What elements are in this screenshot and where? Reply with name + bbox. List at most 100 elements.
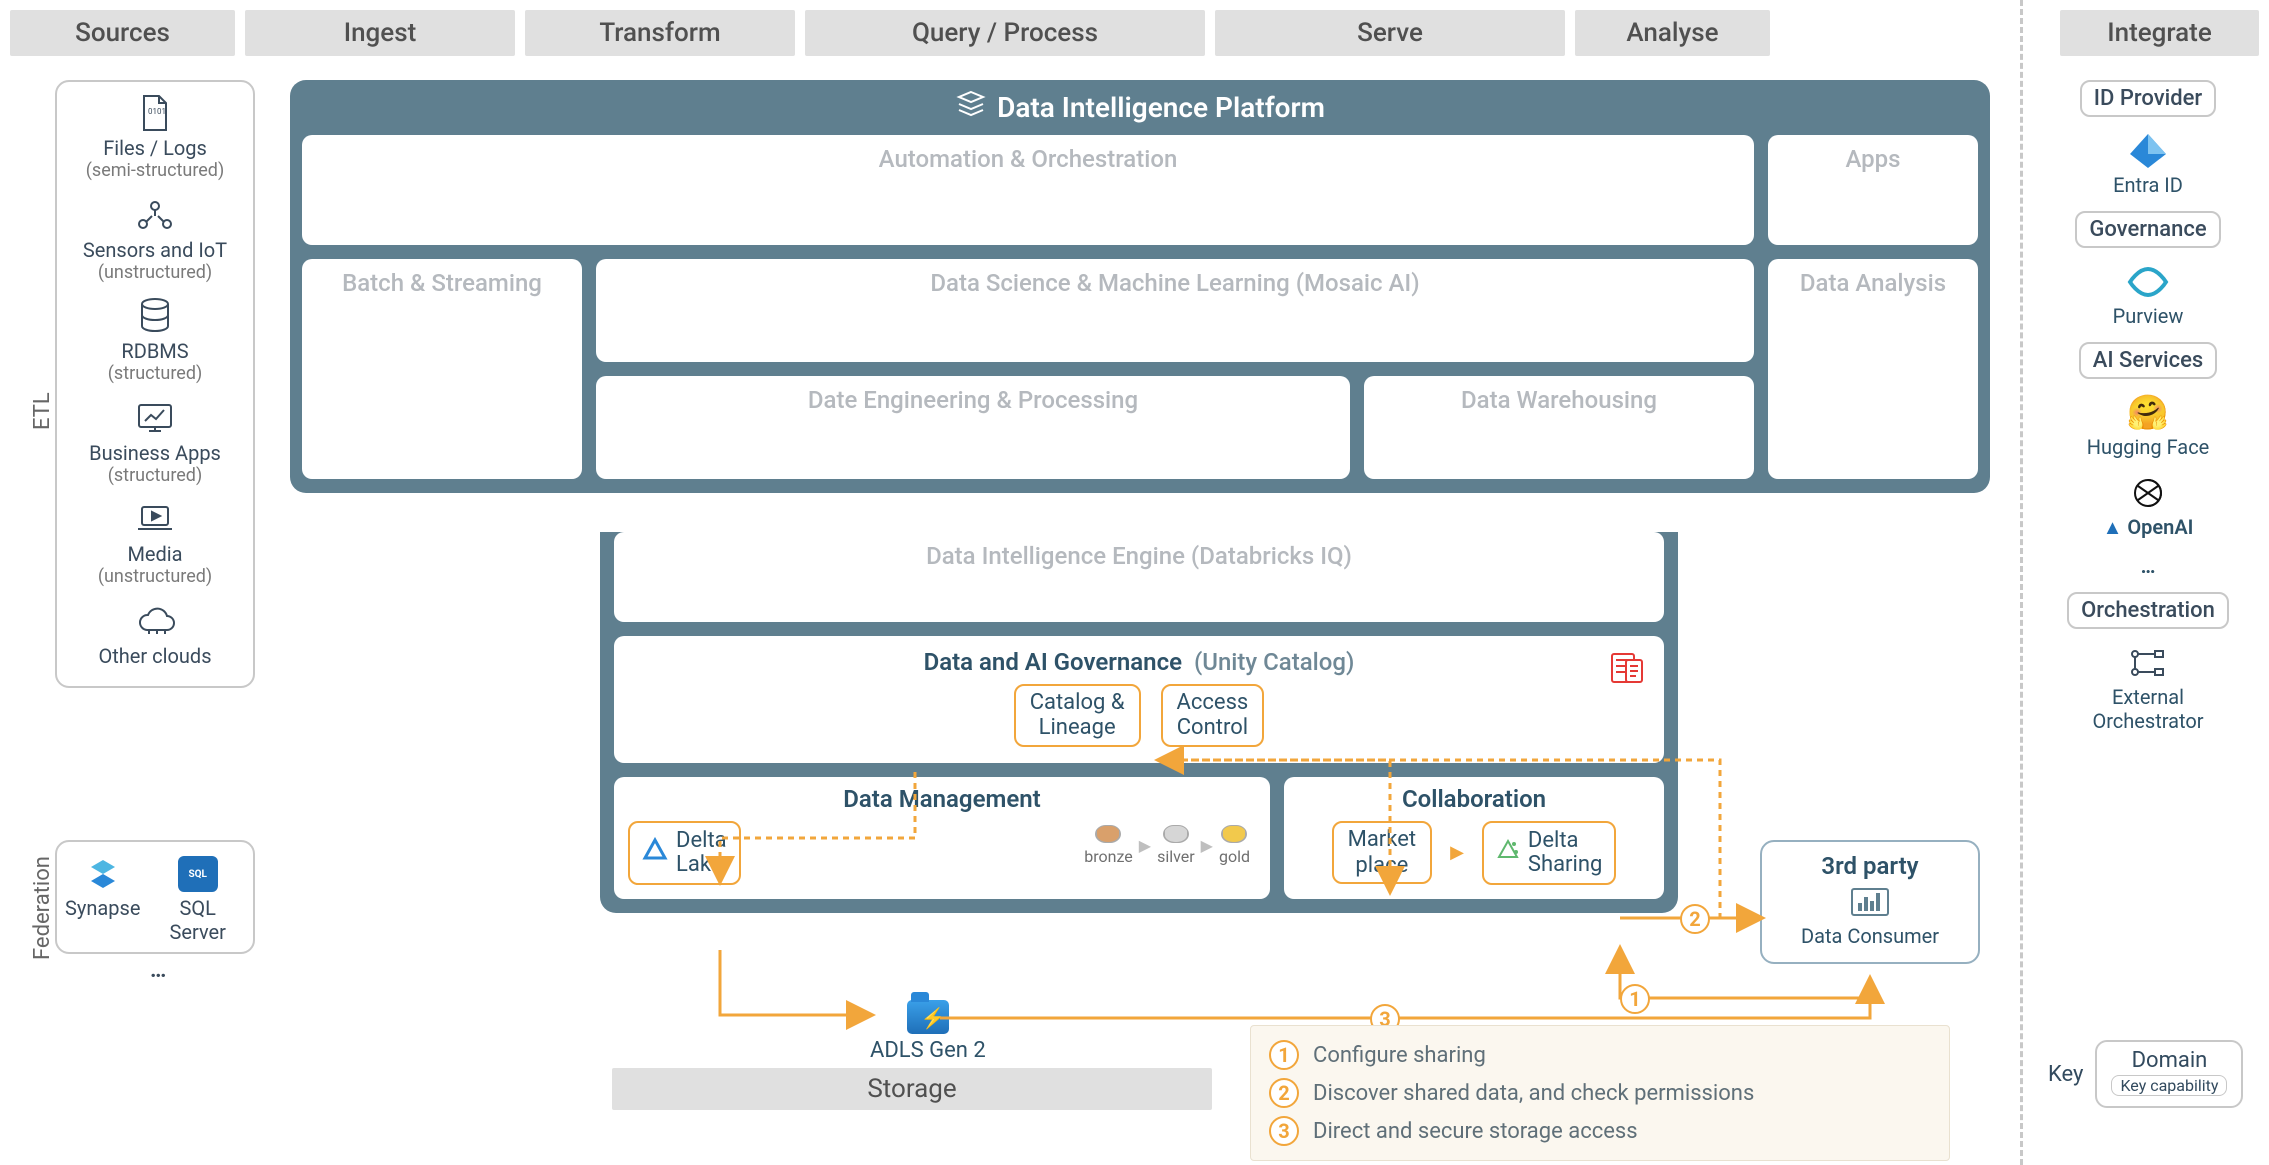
bronze-label: bronze [1084, 847, 1133, 866]
huggingface-label: Hugging Face [2087, 435, 2210, 459]
legend-num-3: 3 [1269, 1116, 1299, 1146]
stack-icon [955, 90, 987, 125]
platform-title-text: Data Intelligence Platform [997, 91, 1325, 124]
legend-num-2: 2 [1269, 1078, 1299, 1108]
svg-text:0101: 0101 [148, 107, 166, 116]
integrate-ai-more: … [2141, 554, 2156, 578]
federation-sqlserver: SQL SQL Server [150, 856, 245, 944]
vertical-divider [2020, 0, 2023, 1165]
data-mgmt-title: Data Management [628, 785, 1256, 813]
tile-data-management: Data Management Delta Lake bronze ▶ silv… [614, 777, 1270, 899]
laptop-play-icon [133, 500, 177, 538]
delta-sharing-icon [1496, 838, 1520, 868]
purview-icon [2126, 262, 2170, 302]
source-title: Files / Logs [86, 136, 224, 160]
silver-label: silver [1157, 847, 1195, 866]
storage-bar: Storage [612, 1068, 1212, 1110]
tile-intelligence-engine: Data Intelligence Engine (Databricks IQ) [614, 532, 1664, 622]
integrate-huggingface: 🤗 Hugging Face [2087, 393, 2210, 459]
platform-container: Data Intelligence Platform Automation & … [290, 80, 1990, 493]
legend-text-2: Discover shared data, and check permissi… [1313, 1081, 1754, 1106]
federation-label: SQL Server [150, 896, 245, 944]
tile-governance: Data and AI Governance (Unity Catalog) C… [614, 636, 1664, 763]
data-consumer-label: Data Consumer [1774, 924, 1966, 948]
col-header-sources: Sources [10, 10, 235, 56]
third-party-box: 3rd party Data Consumer [1760, 840, 1980, 964]
arrow-icon: ▶ [1201, 836, 1213, 855]
col-header-analyse: Analyse [1575, 10, 1770, 56]
source-media: Media (unstructured) [98, 500, 212, 588]
sql-server-icon: SQL [178, 856, 218, 892]
source-title: RDBMS [108, 339, 203, 363]
pill-marketplace: Market place [1332, 821, 1432, 884]
consumer-chart-icon [1774, 888, 1966, 916]
source-title: Sensors and IoT [83, 238, 227, 262]
entra-id-icon [2126, 131, 2170, 171]
key-legend: Key Domain Key capability [2048, 1040, 2243, 1108]
tile-collaboration: Collaboration Market place ▶ Delta Shari… [1284, 777, 1664, 899]
group-orchestration: Orchestration [2067, 592, 2229, 629]
sources-box: 0101 Files / Logs (semi-structured) Sens… [55, 80, 255, 688]
legend-text-1: Configure sharing [1313, 1043, 1486, 1068]
federation-label: Synapse [65, 896, 140, 920]
platform-lower-stack: Data Intelligence Engine (Databricks IQ)… [600, 532, 1678, 913]
col-header-ingest: Ingest [245, 10, 515, 56]
governance-title: Data and AI Governance [924, 648, 1182, 676]
source-sensors-iot: Sensors and IoT (unstructured) [83, 196, 227, 284]
key-domain-label: Domain [2111, 1048, 2227, 1073]
column-headers: Sources Ingest Transform Query / Process… [10, 10, 2259, 56]
external-orchestrator-label: External Orchestrator [2092, 685, 2203, 733]
pill-access-control: Access Control [1161, 684, 1265, 747]
tile-automation-orchestration: Automation & Orchestration [302, 135, 1754, 245]
source-title: Other clouds [98, 644, 211, 668]
flow-legend: 1 Configure sharing 2 Discover shared data… [1250, 1025, 1950, 1161]
source-sub: (unstructured) [98, 566, 212, 588]
tile-data-science-ml: Data Science & Machine Learning (Mosaic … [596, 259, 1754, 362]
gold-label: gold [1219, 847, 1250, 866]
key-capability-label: Key capability [2111, 1075, 2227, 1096]
federation-box: Synapse SQL SQL Server [55, 840, 255, 954]
bronze-icon [1095, 825, 1121, 843]
pill-delta-lake: Delta Lake [628, 821, 741, 885]
group-id-provider: ID Provider [2080, 80, 2216, 117]
source-other-clouds: Other clouds [98, 602, 211, 668]
source-rdbms: RDBMS (structured) [108, 297, 203, 385]
huggingface-icon: 🤗 [2126, 393, 2170, 433]
source-sub: (structured) [108, 363, 203, 385]
third-party-title: 3rd party [1774, 852, 1966, 880]
integrate-purview: Purview [2113, 262, 2184, 328]
tile-data-engineering: Date Engineering & Processing [596, 376, 1350, 479]
delta-lake-label: Delta Lake [676, 829, 727, 877]
openai-icon [2126, 473, 2170, 513]
integrate-column: ID Provider Entra ID Governance Purview … [2048, 80, 2248, 733]
arrow-icon: ▶ [1139, 836, 1151, 855]
database-icon [133, 297, 177, 335]
purview-label: Purview [2113, 304, 2184, 328]
gold-icon [1221, 825, 1247, 843]
adls-label: ADLS Gen 2 [870, 1038, 986, 1063]
vertical-label-etl: ETL [30, 392, 55, 430]
integrate-external-orchestrator: External Orchestrator [2092, 643, 2203, 733]
collaboration-title: Collaboration [1298, 785, 1650, 813]
silver-icon [1163, 825, 1189, 843]
federation-more: … [150, 958, 166, 983]
integrate-entra-id: Entra ID [2113, 131, 2183, 197]
pill-catalog-lineage: Catalog & Lineage [1014, 684, 1141, 747]
flow-step-2-badge: 2 [1680, 904, 1710, 934]
group-governance: Governance [2075, 211, 2220, 248]
synapse-icon [83, 856, 123, 892]
tile-data-analysis: Data Analysis [1768, 259, 1978, 479]
tile-apps: Apps [1768, 135, 1978, 245]
tile-data-warehousing: Data Warehousing [1364, 376, 1754, 479]
source-business-apps: Business Apps (structured) [89, 399, 221, 487]
entra-id-label: Entra ID [2113, 173, 2183, 197]
source-sub: (semi-structured) [86, 160, 224, 182]
vertical-label-federation: Federation [30, 856, 55, 960]
key-domain-box: Domain Key capability [2095, 1040, 2243, 1108]
legend-text-3: Direct and secure storage access [1313, 1119, 1638, 1144]
file-icon: 0101 [133, 94, 177, 132]
monitor-chart-icon [133, 399, 177, 437]
delta-lake-icon [642, 837, 668, 869]
legend-num-1: 1 [1269, 1040, 1299, 1070]
pill-delta-sharing: Delta Sharing [1482, 821, 1616, 885]
